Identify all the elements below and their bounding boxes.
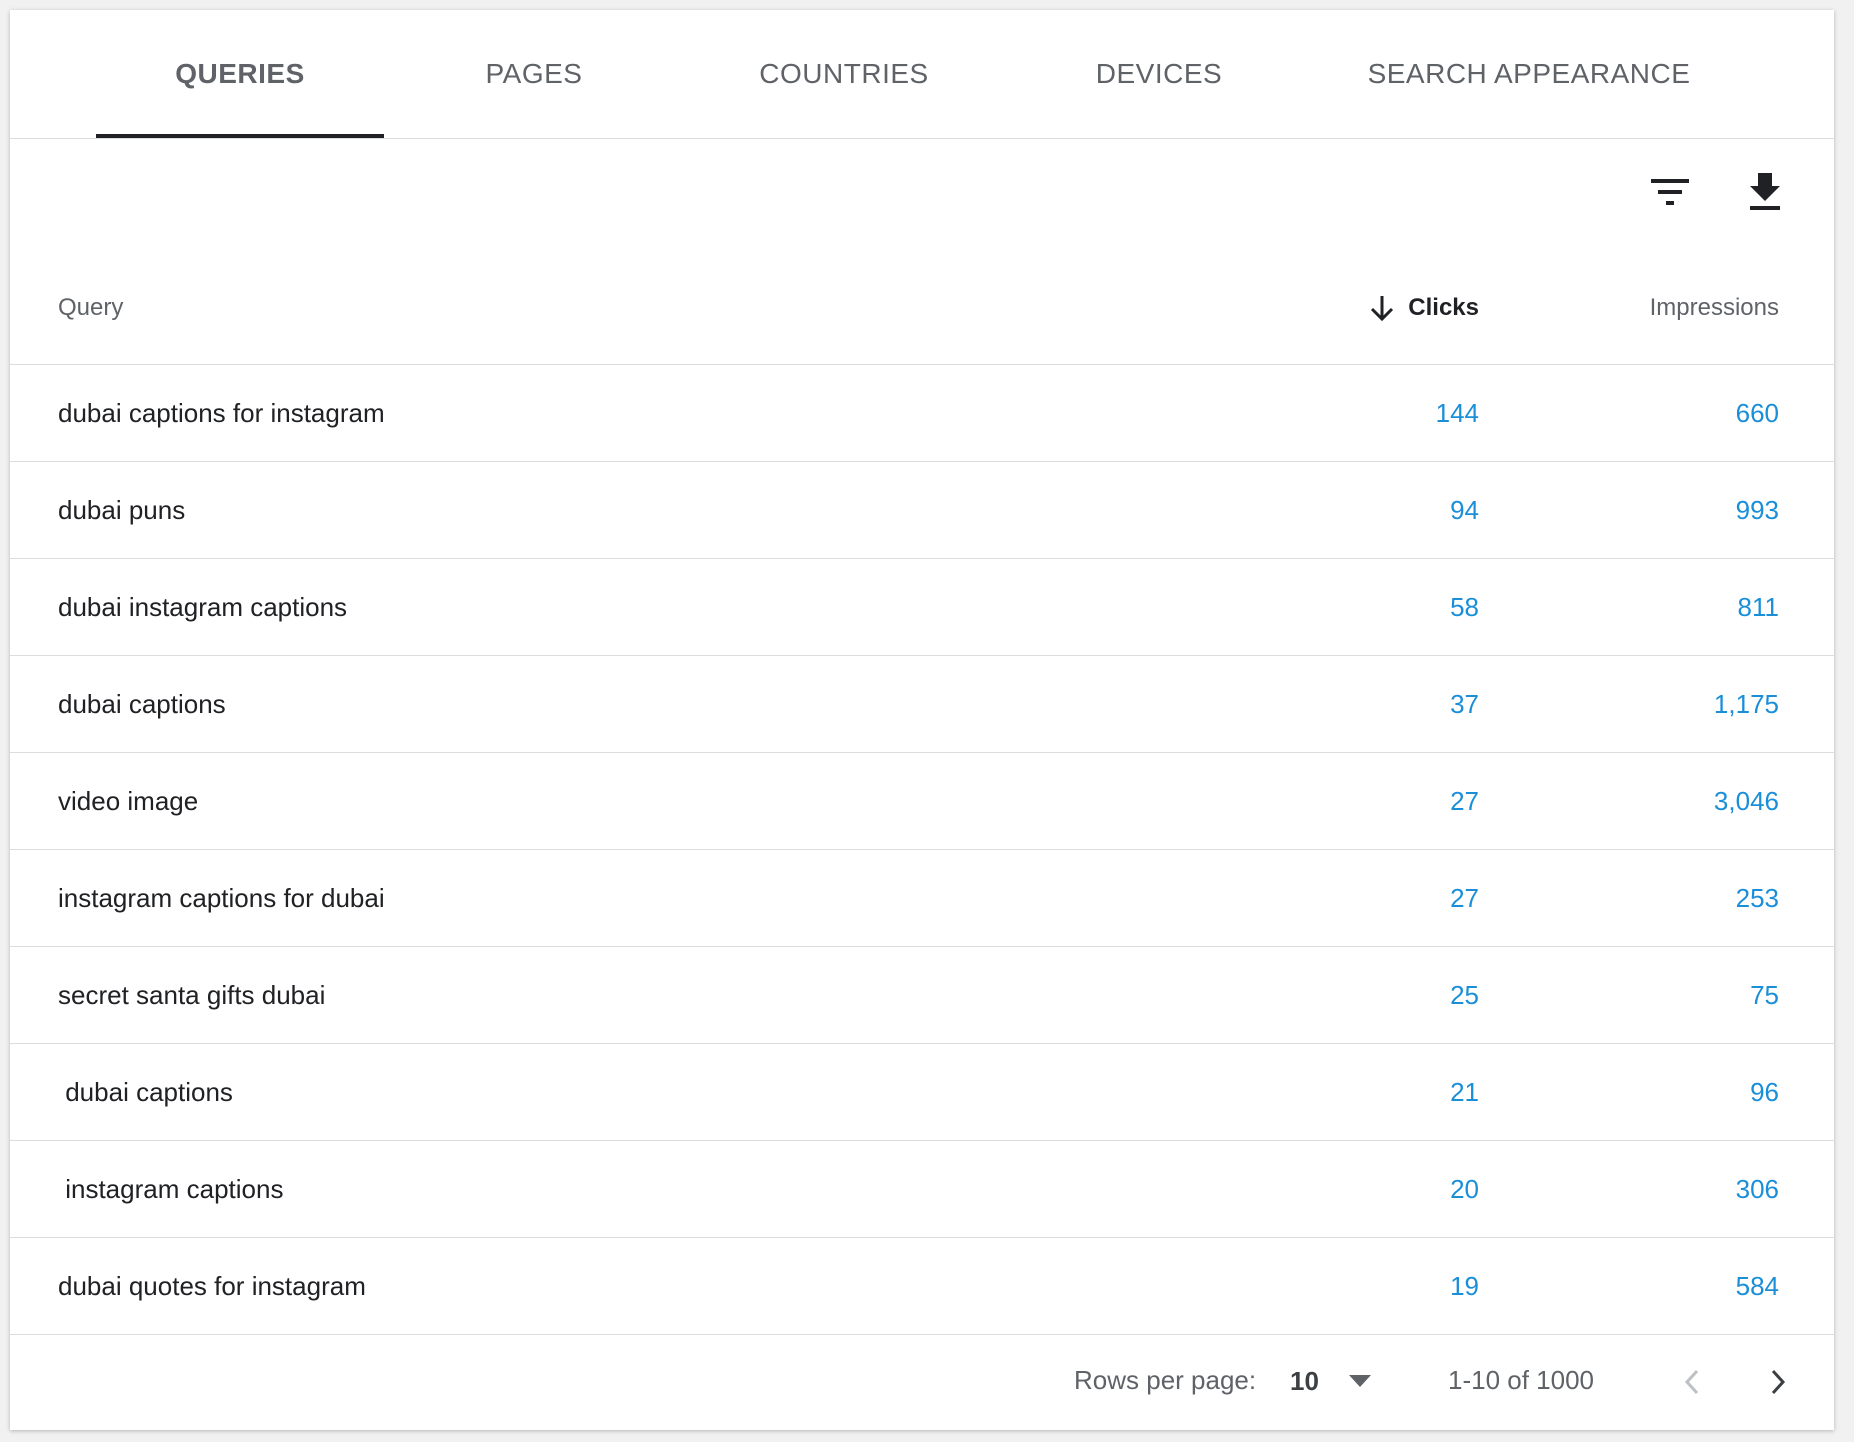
pagination-range: 1-10 of 1000 [1448, 1364, 1595, 1395]
table-row[interactable]: dubai puns 94 993 [10, 462, 1834, 559]
column-header-query[interactable]: Query [58, 260, 123, 356]
rows-per-page-label: Rows per page: [1074, 1364, 1257, 1395]
column-header-label: Impressions [1649, 294, 1779, 321]
tab-label: COUNTRIES [759, 58, 929, 89]
query-cell: dubai instagram captions [58, 591, 348, 622]
column-header-label: Query [58, 294, 124, 321]
clicks-cell: 19 [1450, 1270, 1479, 1301]
table-header: Query Clicks Impressions [10, 260, 1834, 365]
clicks-cell: 58 [1450, 591, 1479, 622]
query-cell: dubai puns [58, 494, 186, 525]
arrow-down-icon [1370, 294, 1394, 322]
column-header-clicks[interactable]: Clicks [1370, 260, 1479, 356]
query-cell: dubai captions for instagram [58, 397, 385, 428]
tab-countries[interactable]: COUNTRIES [714, 10, 974, 138]
impressions-cell: 584 [1735, 1270, 1779, 1301]
impressions-cell: 306 [1735, 1173, 1779, 1204]
previous-page-button[interactable] [1670, 1360, 1714, 1404]
query-cell: video image [58, 785, 199, 816]
download-icon[interactable] [1741, 168, 1789, 216]
table-row[interactable]: dubai captions 21 96 [10, 1044, 1834, 1141]
tab-search-appearance[interactable]: SEARCH APPEARANCE [1344, 10, 1714, 138]
query-cell: instagram captions [58, 1173, 284, 1204]
clicks-cell: 20 [1450, 1173, 1479, 1204]
query-cell: instagram captions for dubai [58, 882, 385, 913]
clicks-cell: 27 [1450, 882, 1479, 913]
column-header-label: Clicks [1408, 294, 1479, 321]
impressions-cell: 3,046 [1713, 785, 1779, 816]
impressions-cell: 96 [1750, 1076, 1779, 1107]
table-row[interactable]: dubai captions for instagram 144 660 [10, 365, 1834, 462]
impressions-cell: 811 [1737, 591, 1779, 622]
clicks-cell: 21 [1450, 1076, 1479, 1107]
rows-per-page-value: 10 [1290, 1365, 1319, 1396]
clicks-cell: 27 [1450, 785, 1479, 816]
tab-queries[interactable]: QUERIES [96, 10, 384, 138]
table-row[interactable]: video image 27 3,046 [10, 753, 1834, 850]
rows-per-page-select[interactable]: 10 [1290, 1356, 1390, 1406]
tab-pages[interactable]: PAGES [424, 10, 644, 138]
table-row[interactable]: instagram captions 20 306 [10, 1141, 1834, 1238]
next-page-button[interactable] [1756, 1360, 1800, 1404]
table-row[interactable]: secret santa gifts dubai 25 75 [10, 947, 1834, 1044]
clicks-cell: 25 [1450, 979, 1479, 1010]
chevron-right-icon [1770, 1369, 1786, 1395]
dropdown-arrow-icon [1348, 1375, 1371, 1387]
tab-bar: QUERIES PAGES COUNTRIES DEVICES SEARCH A… [10, 10, 1834, 139]
impressions-cell: 75 [1750, 979, 1779, 1010]
filter-list-icon[interactable] [1646, 168, 1694, 216]
tab-label: SEARCH APPEARANCE [1367, 58, 1691, 89]
clicks-cell: 37 [1450, 688, 1479, 719]
impressions-cell: 660 [1735, 397, 1779, 428]
table-row[interactable]: instagram captions for dubai 27 253 [10, 850, 1834, 947]
tab-devices[interactable]: DEVICES [1044, 10, 1274, 138]
chevron-left-icon [1684, 1369, 1700, 1395]
impressions-cell: 253 [1735, 882, 1779, 913]
clicks-cell: 94 [1450, 494, 1479, 525]
impressions-cell: 1,175 [1713, 688, 1779, 719]
active-tab-indicator [96, 134, 384, 138]
pagination-footer: Rows per page: 10 1-10 of 1000 [10, 1330, 1834, 1430]
tab-label: QUERIES [175, 58, 305, 89]
tab-label: DEVICES [1095, 58, 1223, 89]
table-row[interactable]: dubai quotes for instagram 19 584 [10, 1238, 1834, 1335]
query-cell: dubai captions [58, 688, 226, 719]
query-cell: secret santa gifts dubai [58, 979, 326, 1010]
performance-table-card: QUERIES PAGES COUNTRIES DEVICES SEARCH A… [10, 10, 1834, 1430]
tab-label: PAGES [485, 58, 583, 89]
table-row[interactable]: dubai instagram captions 58 811 [10, 559, 1834, 656]
table-row[interactable]: dubai captions 37 1,175 [10, 656, 1834, 753]
query-cell: dubai captions [58, 1076, 233, 1107]
table-body: dubai captions for instagram 144 660 dub… [10, 365, 1834, 1335]
impressions-cell: 993 [1735, 494, 1779, 525]
column-header-impressions[interactable]: Impressions [1650, 260, 1779, 356]
query-cell: dubai quotes for instagram [58, 1270, 366, 1301]
clicks-cell: 144 [1435, 397, 1479, 428]
